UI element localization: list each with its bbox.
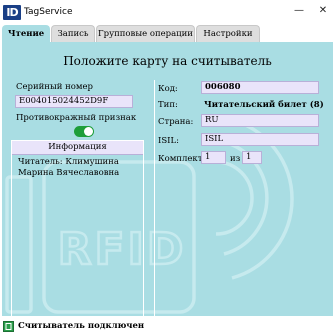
- toggle-knob: [84, 127, 93, 136]
- country-label: Страна:: [158, 117, 194, 127]
- status-text: Считыватель подключен: [18, 321, 145, 331]
- status-bar: Считыватель подключен: [0, 317, 335, 335]
- code-label: Код:: [158, 84, 178, 94]
- type-label: Тип:: [158, 100, 178, 110]
- code-field[interactable]: 006080: [201, 81, 319, 94]
- column-divider: [154, 80, 155, 316]
- tab-read[interactable]: Чтение: [2, 25, 50, 43]
- close-button[interactable]: ✕: [316, 4, 330, 18]
- serial-field[interactable]: E004015024452D9F: [15, 95, 133, 108]
- set-number-field[interactable]: 1: [201, 151, 226, 164]
- anti-theft-toggle[interactable]: [74, 126, 94, 137]
- set-label: Комплект:: [158, 154, 206, 164]
- title-bar: ID TagService — ✕: [0, 0, 335, 24]
- page-title: Положите карту на считыватель: [63, 54, 272, 68]
- of-label: из: [230, 154, 241, 164]
- isil-label: ISIL:: [158, 136, 180, 146]
- info-box: Информация Читатель: Климушина Марина Вя…: [11, 140, 144, 316]
- app-title: TagService: [24, 7, 73, 17]
- tab-write[interactable]: Запись: [51, 25, 95, 42]
- set-total-field[interactable]: 1: [242, 151, 262, 164]
- country-field[interactable]: RU: [201, 114, 319, 127]
- type-value: Читательский билет (8): [204, 100, 324, 110]
- tab-bar: Чтение Запись Групповые операции Настрой…: [0, 25, 335, 43]
- usb-reader-icon: [3, 321, 14, 332]
- isil-field[interactable]: ISIL: [201, 133, 319, 146]
- app-logo: ID: [3, 5, 21, 20]
- minimize-button[interactable]: —: [292, 4, 306, 18]
- info-text: Читатель: Климушина Марина Вячеславовна: [18, 157, 120, 178]
- read-panel: RFID Положите карту на считыватель Серий…: [2, 42, 333, 316]
- serial-label: Серийный номер: [16, 82, 93, 92]
- tab-group-operations[interactable]: Групповые операции: [96, 25, 195, 42]
- anti-theft-label: Противокражный признак: [16, 113, 137, 123]
- info-header: Информация: [12, 141, 143, 155]
- tab-settings[interactable]: Настройки: [196, 25, 260, 42]
